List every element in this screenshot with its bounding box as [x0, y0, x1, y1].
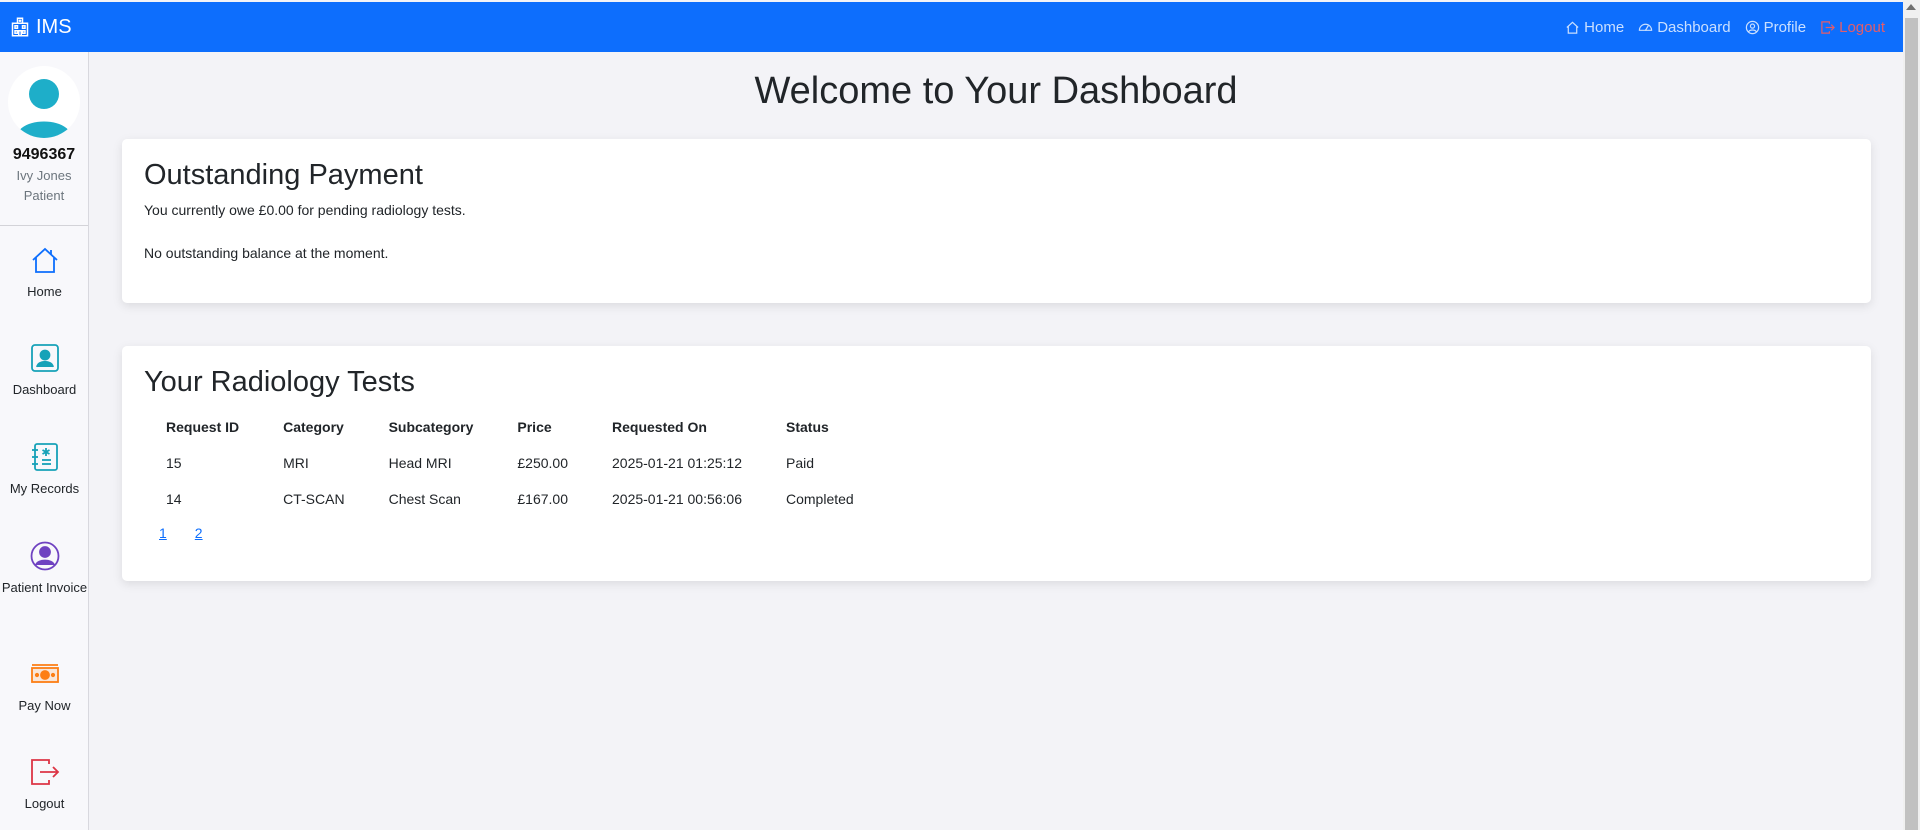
scrollbar-thumb[interactable] [1905, 18, 1918, 830]
sidebar-item-dashboard[interactable]: Dashboard [0, 342, 89, 400]
cell-category: MRI [283, 455, 309, 471]
avatar [8, 66, 80, 138]
nav-dashboard-label: Dashboard [1657, 18, 1731, 36]
logout-icon [1821, 20, 1836, 34]
tests-heading: Your Radiology Tests [144, 366, 415, 398]
nav-home-label: Home [1584, 18, 1625, 36]
person-badge-icon [30, 344, 59, 372]
logout-icon [30, 759, 59, 785]
brand-label: IMS [36, 15, 72, 38]
col-request-id: Request ID [166, 419, 240, 435]
person-avatar-icon [16, 79, 72, 138]
nav-profile-label: Profile [1763, 18, 1807, 36]
person-circle-icon [30, 541, 59, 571]
cell-subcategory: Head MRI [388, 455, 452, 471]
table-header-row: Request ID Category Subcategory Price Re… [144, 409, 876, 445]
house-icon [31, 247, 58, 273]
sidebar-item-logout[interactable]: Logout [0, 756, 89, 814]
cell-requested-on: 2025-01-21 00:56:06 [612, 491, 742, 507]
person-circle-icon [1745, 20, 1759, 34]
cell-price: £167.00 [517, 491, 568, 507]
top-navbar: IMS Home Dashboard Profile Logout [0, 2, 1903, 52]
cell-status: Completed [786, 491, 854, 507]
page-link-1[interactable]: 1 [159, 525, 167, 541]
nav-profile-link[interactable]: Profile [1745, 18, 1807, 36]
table-row: 15 MRI Head MRI £250.00 2025-01-21 01:25… [144, 445, 876, 481]
cell-request-id: 15 [166, 455, 182, 471]
sidebar-item-label: Logout [24, 796, 65, 811]
cell-request-id: 14 [166, 491, 182, 507]
nav-dashboard-link[interactable]: Dashboard [1638, 18, 1731, 36]
cell-subcategory: Chest Scan [388, 491, 461, 507]
col-status: Status [786, 419, 829, 435]
sidebar-item-label: Dashboard [12, 382, 77, 397]
nav-logout-label: Logout [1839, 18, 1885, 36]
speedometer-icon [1638, 23, 1653, 31]
nav-logout-link[interactable]: Logout [1820, 19, 1885, 36]
sidebar-item-label: My Records [9, 481, 80, 496]
scroll-up-arrow-icon[interactable] [1906, 4, 1916, 10]
house-icon [1566, 21, 1579, 34]
outstanding-payment-card: Outstanding Payment You currently owe £0… [122, 139, 1871, 303]
profile-block: 9496367 Ivy Jones Patient [0, 52, 88, 226]
cell-requested-on: 2025-01-21 01:25:12 [612, 455, 742, 471]
nav-links: Home Dashboard Profile Logout [1565, 19, 1885, 36]
col-category: Category [283, 419, 344, 435]
sidebar-item-home[interactable]: Home [0, 244, 89, 302]
owe-text: You currently owe £0.00 for pending radi… [144, 202, 466, 218]
patient-id: 9496367 [12, 146, 76, 163]
cell-price: £250.00 [517, 455, 568, 471]
tests-table: Request ID Category Subcategory Price Re… [144, 409, 876, 517]
page-title: Welcome to Your Dashboard [754, 70, 1238, 112]
col-requested-on: Requested On [612, 419, 707, 435]
sidebar-item-label: Home [27, 284, 62, 299]
table-row: 14 CT-SCAN Chest Scan £167.00 2025-01-21… [144, 481, 876, 517]
balance-text: No outstanding balance at the moment. [144, 245, 389, 261]
cash-icon [30, 664, 59, 683]
journal-medical-icon [31, 443, 58, 471]
sidebar: 9496367 Ivy Jones Patient Home Dashboard… [0, 52, 89, 830]
sidebar-item-pay-now[interactable]: Pay Now [0, 658, 89, 716]
hospital-icon [11, 17, 29, 37]
nav-home-link[interactable]: Home [1565, 19, 1624, 36]
brand[interactable]: IMS [10, 16, 72, 39]
cell-status: Paid [786, 455, 815, 471]
sidebar-item-label: Pay Now [18, 698, 71, 713]
radiology-tests-card: Your Radiology Tests Request ID Category… [122, 346, 1871, 581]
sidebar-item-patient-invoice[interactable]: Patient Invoice [0, 540, 89, 598]
page-link-2[interactable]: 2 [195, 525, 203, 541]
patient-name: Ivy Jones [16, 168, 72, 183]
col-subcategory: Subcategory [388, 419, 474, 435]
outstanding-heading: Outstanding Payment [144, 159, 423, 191]
sidebar-item-my-records[interactable]: My Records [0, 441, 89, 499]
sidebar-item-label: Patient Invoice [1, 580, 88, 595]
pagination: 1 2 [144, 525, 1849, 541]
patient-role: Patient [23, 188, 65, 203]
cell-category: CT-SCAN [283, 491, 345, 507]
col-price: Price [517, 419, 552, 435]
